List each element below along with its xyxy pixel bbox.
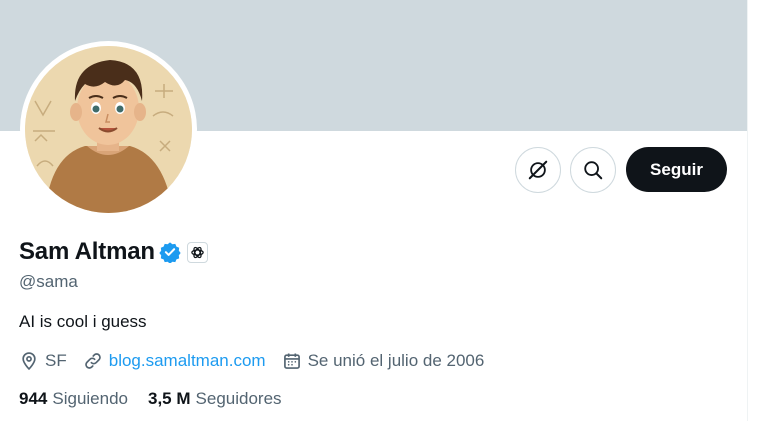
following-link[interactable]: 944 Siguiendo [19, 389, 128, 409]
calendar-icon [283, 353, 300, 369]
location-item: SF [19, 351, 67, 371]
profile-name: Sam Altman [19, 238, 155, 265]
profile-meta: SF blog.samaltman.com Se unió el julio d… [19, 348, 500, 374]
joined-item: Se unió el julio de 2006 [282, 351, 485, 371]
avatar-illustration [25, 46, 192, 213]
verified-badge-icon[interactable] [159, 241, 181, 263]
avatar[interactable] [25, 46, 192, 213]
column-divider [747, 0, 748, 421]
profile-stats: 944 Siguiendo 3,5 M Seguidores [19, 389, 302, 409]
profile-bio: AI is cool i guess [19, 312, 147, 331]
followers-count: 3,5 M [148, 389, 191, 408]
grok-icon [528, 160, 548, 180]
joined-text: Se unió el julio de 2006 [307, 351, 485, 370]
grok-button[interactable] [515, 147, 561, 193]
website-link[interactable]: blog.samaltman.com [109, 351, 266, 371]
following-count: 944 [19, 389, 48, 408]
website-item: blog.samaltman.com [83, 351, 266, 371]
openai-logo-icon[interactable] [186, 241, 208, 263]
followers-link[interactable]: 3,5 M Seguidores [148, 389, 282, 409]
link-icon [84, 353, 101, 369]
location-pin-icon [22, 352, 36, 371]
location-text: SF [45, 351, 67, 370]
search-icon [584, 161, 603, 180]
following-label: Siguiendo [52, 389, 128, 408]
follow-button[interactable]: Seguir [626, 147, 727, 192]
name-row: Sam Altman [19, 236, 208, 268]
search-button[interactable] [570, 147, 616, 193]
followers-label: Seguidores [195, 389, 282, 408]
profile-handle: @sama [19, 272, 78, 291]
